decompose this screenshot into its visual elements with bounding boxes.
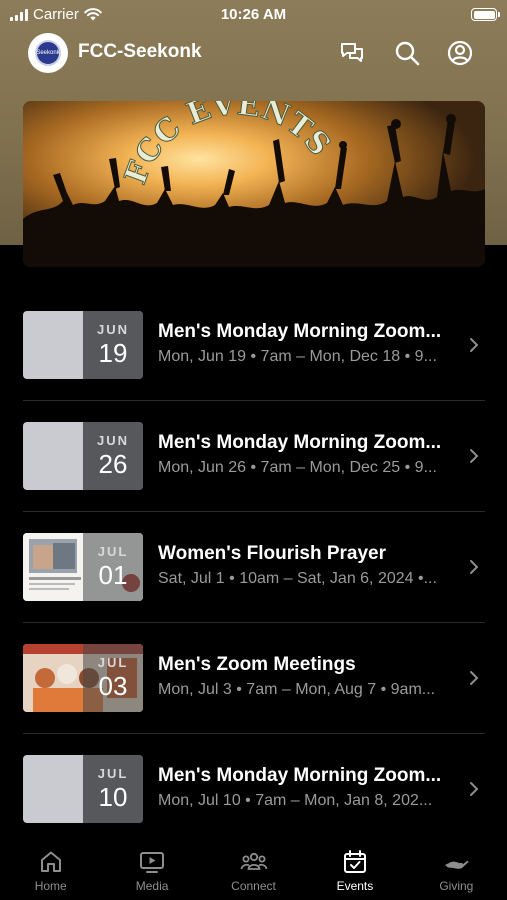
event-thumbnail: JUL 10 [23,755,143,823]
events-list: JUN 19 Men's Monday Morning Zoom... Mon,… [0,290,507,845]
event-row[interactable]: JUN 26 Men's Monday Morning Zoom... Mon,… [0,401,507,512]
date-badge: JUN 26 [83,422,143,490]
tab-giving[interactable]: Giving [406,838,507,900]
media-icon [140,852,165,873]
logo-emblem: Seekonk [35,40,61,66]
event-day: 26 [98,448,128,479]
tab-label: Home [34,879,67,893]
app-title: FCC-Seekonk [78,41,202,62]
date-badge: JUN 19 [83,311,143,379]
search-icon[interactable] [393,39,421,67]
events-banner[interactable]: FCC EVENTS [23,101,485,267]
event-row[interactable]: JUL 10 Men's Monday Morning Zoom... Mon,… [0,734,507,845]
event-schedule: Sat, Jul 1 • 10am – Sat, Jan 6, 2024 •..… [158,570,437,587]
connect-icon [240,852,267,870]
tab-connect[interactable]: Connect [203,838,304,900]
status-bar: Carrier 10:26 AM [0,0,507,30]
giving-icon [445,860,469,869]
home-icon [40,851,61,872]
event-month: JUN [96,321,129,337]
banner-image: FCC EVENTS [23,101,485,267]
profile-icon[interactable] [446,39,474,67]
tab-label: Media [135,879,169,893]
tab-label: Events [336,879,374,893]
battery-icon [471,8,500,21]
date-badge: JUL 03 [83,644,143,712]
chevron-right-icon [470,449,479,463]
event-title: Men's Zoom Meetings [158,654,356,675]
event-month: JUL [97,543,129,559]
event-row[interactable]: JUN 19 Men's Monday Morning Zoom... Mon,… [0,290,507,401]
tab-media[interactable]: Media [101,838,202,900]
event-schedule: Mon, Jul 3 • 7am – Mon, Aug 7 • 9am... [158,681,436,698]
event-day: 10 [98,781,128,812]
app-header: Seekonk FCC-Seekonk [0,31,507,75]
date-badge: JUL 01 [83,533,143,601]
event-day: 03 [98,670,128,701]
tab-label: Connect [231,879,276,893]
messages-icon[interactable] [338,39,366,67]
event-day: 19 [98,337,128,368]
event-thumbnail: JUN 19 [23,311,143,379]
event-title: Men's Monday Morning Zoom... [158,432,442,453]
event-month: JUL [97,654,129,670]
church-logo[interactable]: Seekonk [28,33,68,73]
event-row[interactable]: JUL 01 Women's Flourish Prayer Sat, Jul … [0,512,507,623]
tab-events[interactable]: Events [304,838,405,900]
event-title: Men's Monday Morning Zoom... [158,321,442,342]
event-title: Men's Monday Morning Zoom... [158,765,442,786]
event-thumbnail: JUL 01 [23,533,143,601]
tab-bar: Home Media Connect Events Giving [0,838,507,900]
chevron-right-icon [470,671,479,685]
event-schedule: Mon, Jul 10 • 7am – Mon, Jan 8, 202... [158,792,433,809]
event-month: JUN [96,432,129,448]
event-title: Women's Flourish Prayer [158,543,387,564]
event-schedule: Mon, Jun 19 • 7am – Mon, Dec 18 • 9... [158,348,437,365]
tab-home[interactable]: Home [0,838,101,900]
event-month: JUL [97,765,129,781]
event-day: 01 [98,559,128,590]
event-schedule: Mon, Jun 26 • 7am – Mon, Dec 25 • 9... [158,459,437,476]
events-icon [343,850,366,873]
event-thumbnail: JUL 03 [23,644,143,712]
chevron-right-icon [470,782,479,796]
event-thumbnail: JUN 26 [23,422,143,490]
date-badge: JUL 10 [83,755,143,823]
chevron-right-icon [470,560,479,574]
event-row[interactable]: JUL 03 Men's Zoom Meetings Mon, Jul 3 • … [0,623,507,734]
chevron-right-icon [470,338,479,352]
tab-label: Giving [439,879,474,893]
status-time: 10:26 AM [220,6,287,23]
